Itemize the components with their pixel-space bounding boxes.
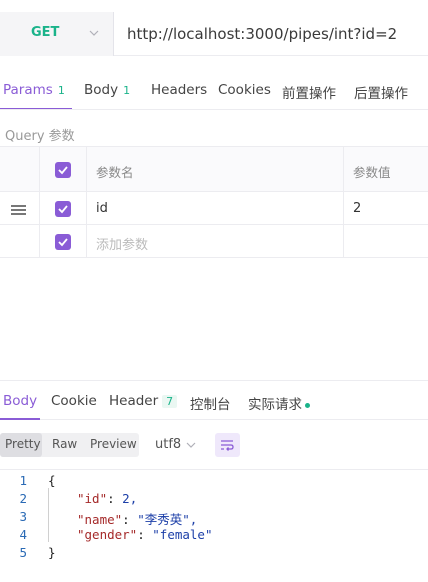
header-count-badge: 7 <box>162 395 178 408</box>
checkbox-checked-icon[interactable] <box>55 201 71 217</box>
add-param-input[interactable]: 添加参数 <box>96 234 148 253</box>
tab-body-label: Body <box>84 82 119 98</box>
response-tabs: Body Cookie Header 7 控制台 实际请求 <box>0 380 428 420</box>
tab-pre-ops[interactable]: 前置操作 <box>282 82 336 102</box>
code-line: } <box>48 545 56 560</box>
tab-body[interactable]: Body 1 <box>84 82 130 98</box>
json-value: "female" <box>152 527 213 542</box>
tab-body-count: 1 <box>123 84 131 97</box>
format-pretty-button[interactable]: Pretty <box>5 437 41 451</box>
line-number: 1 <box>19 473 27 488</box>
method-label: GET <box>31 25 60 40</box>
drag-handle-icon[interactable] <box>11 205 26 215</box>
line-number: 4 <box>19 527 27 542</box>
column-header-value: 参数值 <box>353 165 391 180</box>
tab-actual-request[interactable]: 实际请求 <box>248 393 310 413</box>
json-key: "gender" <box>77 527 138 542</box>
chevron-down-icon[interactable] <box>186 440 196 450</box>
query-section-label: Query 参数 <box>5 129 75 144</box>
chevron-down-icon <box>89 30 99 36</box>
column-header-name: 参数名 <box>96 165 134 180</box>
column-divider <box>39 147 40 258</box>
json-value: "李秀英", <box>137 512 198 527</box>
code-line: "name": "李秀英", <box>77 512 198 527</box>
format-switcher: Pretty Raw Preview <box>0 433 139 457</box>
json-key: "name" <box>77 512 123 527</box>
param-name-input[interactable]: id <box>96 201 108 216</box>
tab-response-header[interactable]: Header 7 <box>109 393 178 409</box>
json-value: 2, <box>122 491 138 506</box>
tab-params-label: Params <box>3 82 53 98</box>
request-tabs: Params 1 Body 1 Headers Cookies 前置操作 后置操作 <box>0 74 428 110</box>
tab-params-count: 1 <box>57 84 65 97</box>
json-key: "id" <box>77 491 108 506</box>
format-preview-button[interactable]: Preview <box>90 437 137 451</box>
url-bar: GET http://localhost:3000/pipes/int?id=2 <box>0 12 428 56</box>
status-dot-icon <box>305 402 310 408</box>
table-row: id 2 <box>0 192 428 225</box>
indent-guide <box>48 488 49 542</box>
checkbox-checked-icon[interactable] <box>55 162 71 178</box>
params-table: 参数名 参数值 id 2 添加参数 <box>0 146 428 258</box>
active-tab-indicator <box>0 418 40 420</box>
table-header-row: 参数名 参数值 <box>0 147 428 192</box>
tab-response-header-label: Header <box>109 393 159 409</box>
format-raw-button[interactable]: Raw <box>52 437 77 451</box>
active-tab-indicator <box>0 108 72 109</box>
encoding-select[interactable]: utf8 <box>155 437 181 452</box>
column-divider <box>343 147 344 258</box>
tab-post-ops[interactable]: 后置操作 <box>354 82 408 102</box>
tab-headers[interactable]: Headers <box>151 82 207 98</box>
code-line: "gender": "female" <box>77 527 213 542</box>
line-number: 2 <box>19 491 27 506</box>
tab-response-cookie[interactable]: Cookie <box>51 393 97 409</box>
line-number: 3 <box>19 509 27 524</box>
url-input[interactable]: http://localhost:3000/pipes/int?id=2 <box>127 25 397 43</box>
checkbox-checked-icon[interactable] <box>55 234 71 250</box>
tab-params[interactable]: Params 1 <box>3 82 65 98</box>
line-number: 5 <box>19 545 27 560</box>
tab-cookies[interactable]: Cookies <box>218 82 271 98</box>
column-divider <box>86 147 87 258</box>
wrap-lines-icon <box>221 440 234 451</box>
table-row-new: 添加参数 <box>0 225 428 258</box>
method-select[interactable]: GET <box>0 12 114 56</box>
tab-console[interactable]: 控制台 <box>190 393 231 413</box>
code-line: { <box>48 473 56 488</box>
code-line: "id": 2, <box>77 491 138 506</box>
wrap-lines-button[interactable] <box>215 433 240 457</box>
param-value-input[interactable]: 2 <box>353 201 361 216</box>
response-body-viewer[interactable]: 1 { 2 "id": 2, 3 "name": "李秀英", 4 "gende… <box>0 469 428 565</box>
tab-response-body[interactable]: Body <box>3 393 37 409</box>
tab-actual-request-label: 实际请求 <box>248 397 302 413</box>
